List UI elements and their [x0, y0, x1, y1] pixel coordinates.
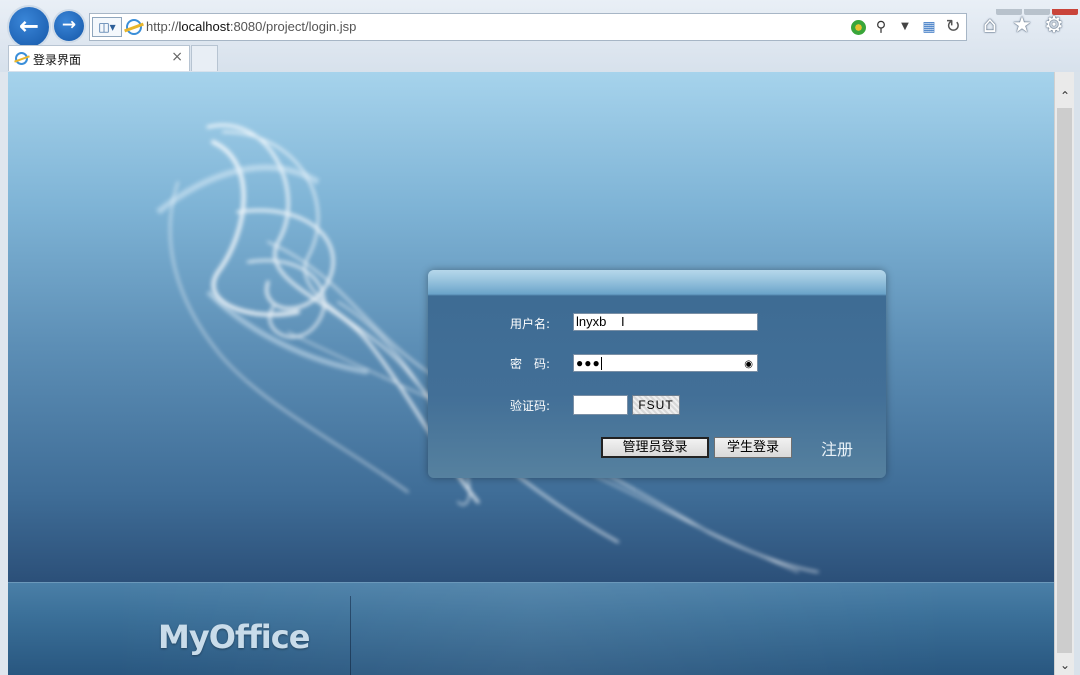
tab-close-icon[interactable]: ×: [171, 49, 183, 65]
url-text[interactable]: http://localhost:8080/project/login.jsp: [146, 19, 356, 34]
url-scheme: http://: [146, 19, 179, 34]
scroll-thumb[interactable]: [1057, 108, 1072, 653]
compat-view-icon[interactable]: [851, 19, 866, 35]
back-arrow-icon: ←: [18, 12, 40, 40]
text-cursor-icon: I: [621, 314, 625, 329]
ie-page-icon: [126, 19, 142, 35]
captcha-label: 验证码:: [510, 399, 551, 413]
refresh-icon[interactable]: ↻: [944, 18, 962, 36]
window-edge: [1074, 72, 1080, 675]
captcha-image[interactable]: FSUT: [632, 395, 680, 415]
compatibility-shield-icon[interactable]: ◫▾: [92, 17, 122, 37]
password-value: ●●●: [576, 356, 601, 370]
forward-arrow-icon: →: [61, 15, 77, 35]
tab-title: 登录界面: [33, 53, 82, 67]
login-panel: 用户名: lnyxb I 密 码: ●●● ◉ 验证码: FSUT 管理员登录 …: [428, 270, 886, 478]
home-icon[interactable]: ⌂: [978, 13, 1002, 39]
browser-chrome: ← → ◫▾ http://localhost:8080/project/log…: [0, 0, 1080, 72]
search-icon[interactable]: ⚲: [872, 18, 890, 36]
address-bar[interactable]: ◫▾ http://localhost:8080/project/login.j…: [89, 13, 967, 41]
footer-divider: [350, 596, 351, 675]
register-link[interactable]: 注册: [821, 436, 853, 460]
tab-login[interactable]: 登录界面 ×: [8, 45, 190, 71]
scroll-down-arrow-icon[interactable]: ⌄: [1055, 655, 1075, 675]
window-controls: [994, 0, 1078, 15]
page-viewport: MyOffice 用户名: lnyxb I 密 码: ●●● ◉ 验证码: FS…: [8, 72, 1054, 675]
admin-login-button[interactable]: 管理员登录: [601, 437, 709, 458]
browser-tools: ⌂ ★ ⚙: [978, 13, 1066, 39]
back-button[interactable]: ←: [9, 7, 49, 47]
text-caret: [600, 357, 602, 371]
url-path: :8080/project/login.jsp: [229, 19, 357, 34]
forward-button[interactable]: →: [54, 11, 84, 41]
student-login-button[interactable]: 学生登录: [714, 437, 792, 458]
star-icon[interactable]: ★: [1010, 13, 1034, 39]
gear-icon[interactable]: ⚙: [1042, 13, 1066, 39]
vertical-scrollbar[interactable]: ⌃ ⌄: [1054, 72, 1075, 675]
reveal-password-icon[interactable]: ◉: [744, 357, 753, 373]
captcha-input[interactable]: [573, 395, 628, 415]
scroll-up-arrow-icon[interactable]: ⌃: [1055, 86, 1075, 106]
username-value: lnyxb: [576, 314, 607, 329]
page-image-icon[interactable]: ▦: [920, 18, 938, 36]
dropdown-icon[interactable]: ▼: [896, 18, 914, 36]
password-input[interactable]: ●●● ◉: [573, 354, 758, 372]
username-input[interactable]: lnyxb I: [573, 313, 758, 331]
brand-logo: MyOffice: [158, 618, 310, 656]
new-tab-button[interactable]: [191, 45, 218, 71]
address-tools: ⚲ ▼ ▦ ↻: [851, 17, 962, 37]
url-host: localhost: [178, 19, 230, 34]
password-label: 密 码:: [510, 357, 551, 371]
ie-tab-icon: [15, 52, 28, 65]
username-label: 用户名:: [510, 317, 551, 331]
